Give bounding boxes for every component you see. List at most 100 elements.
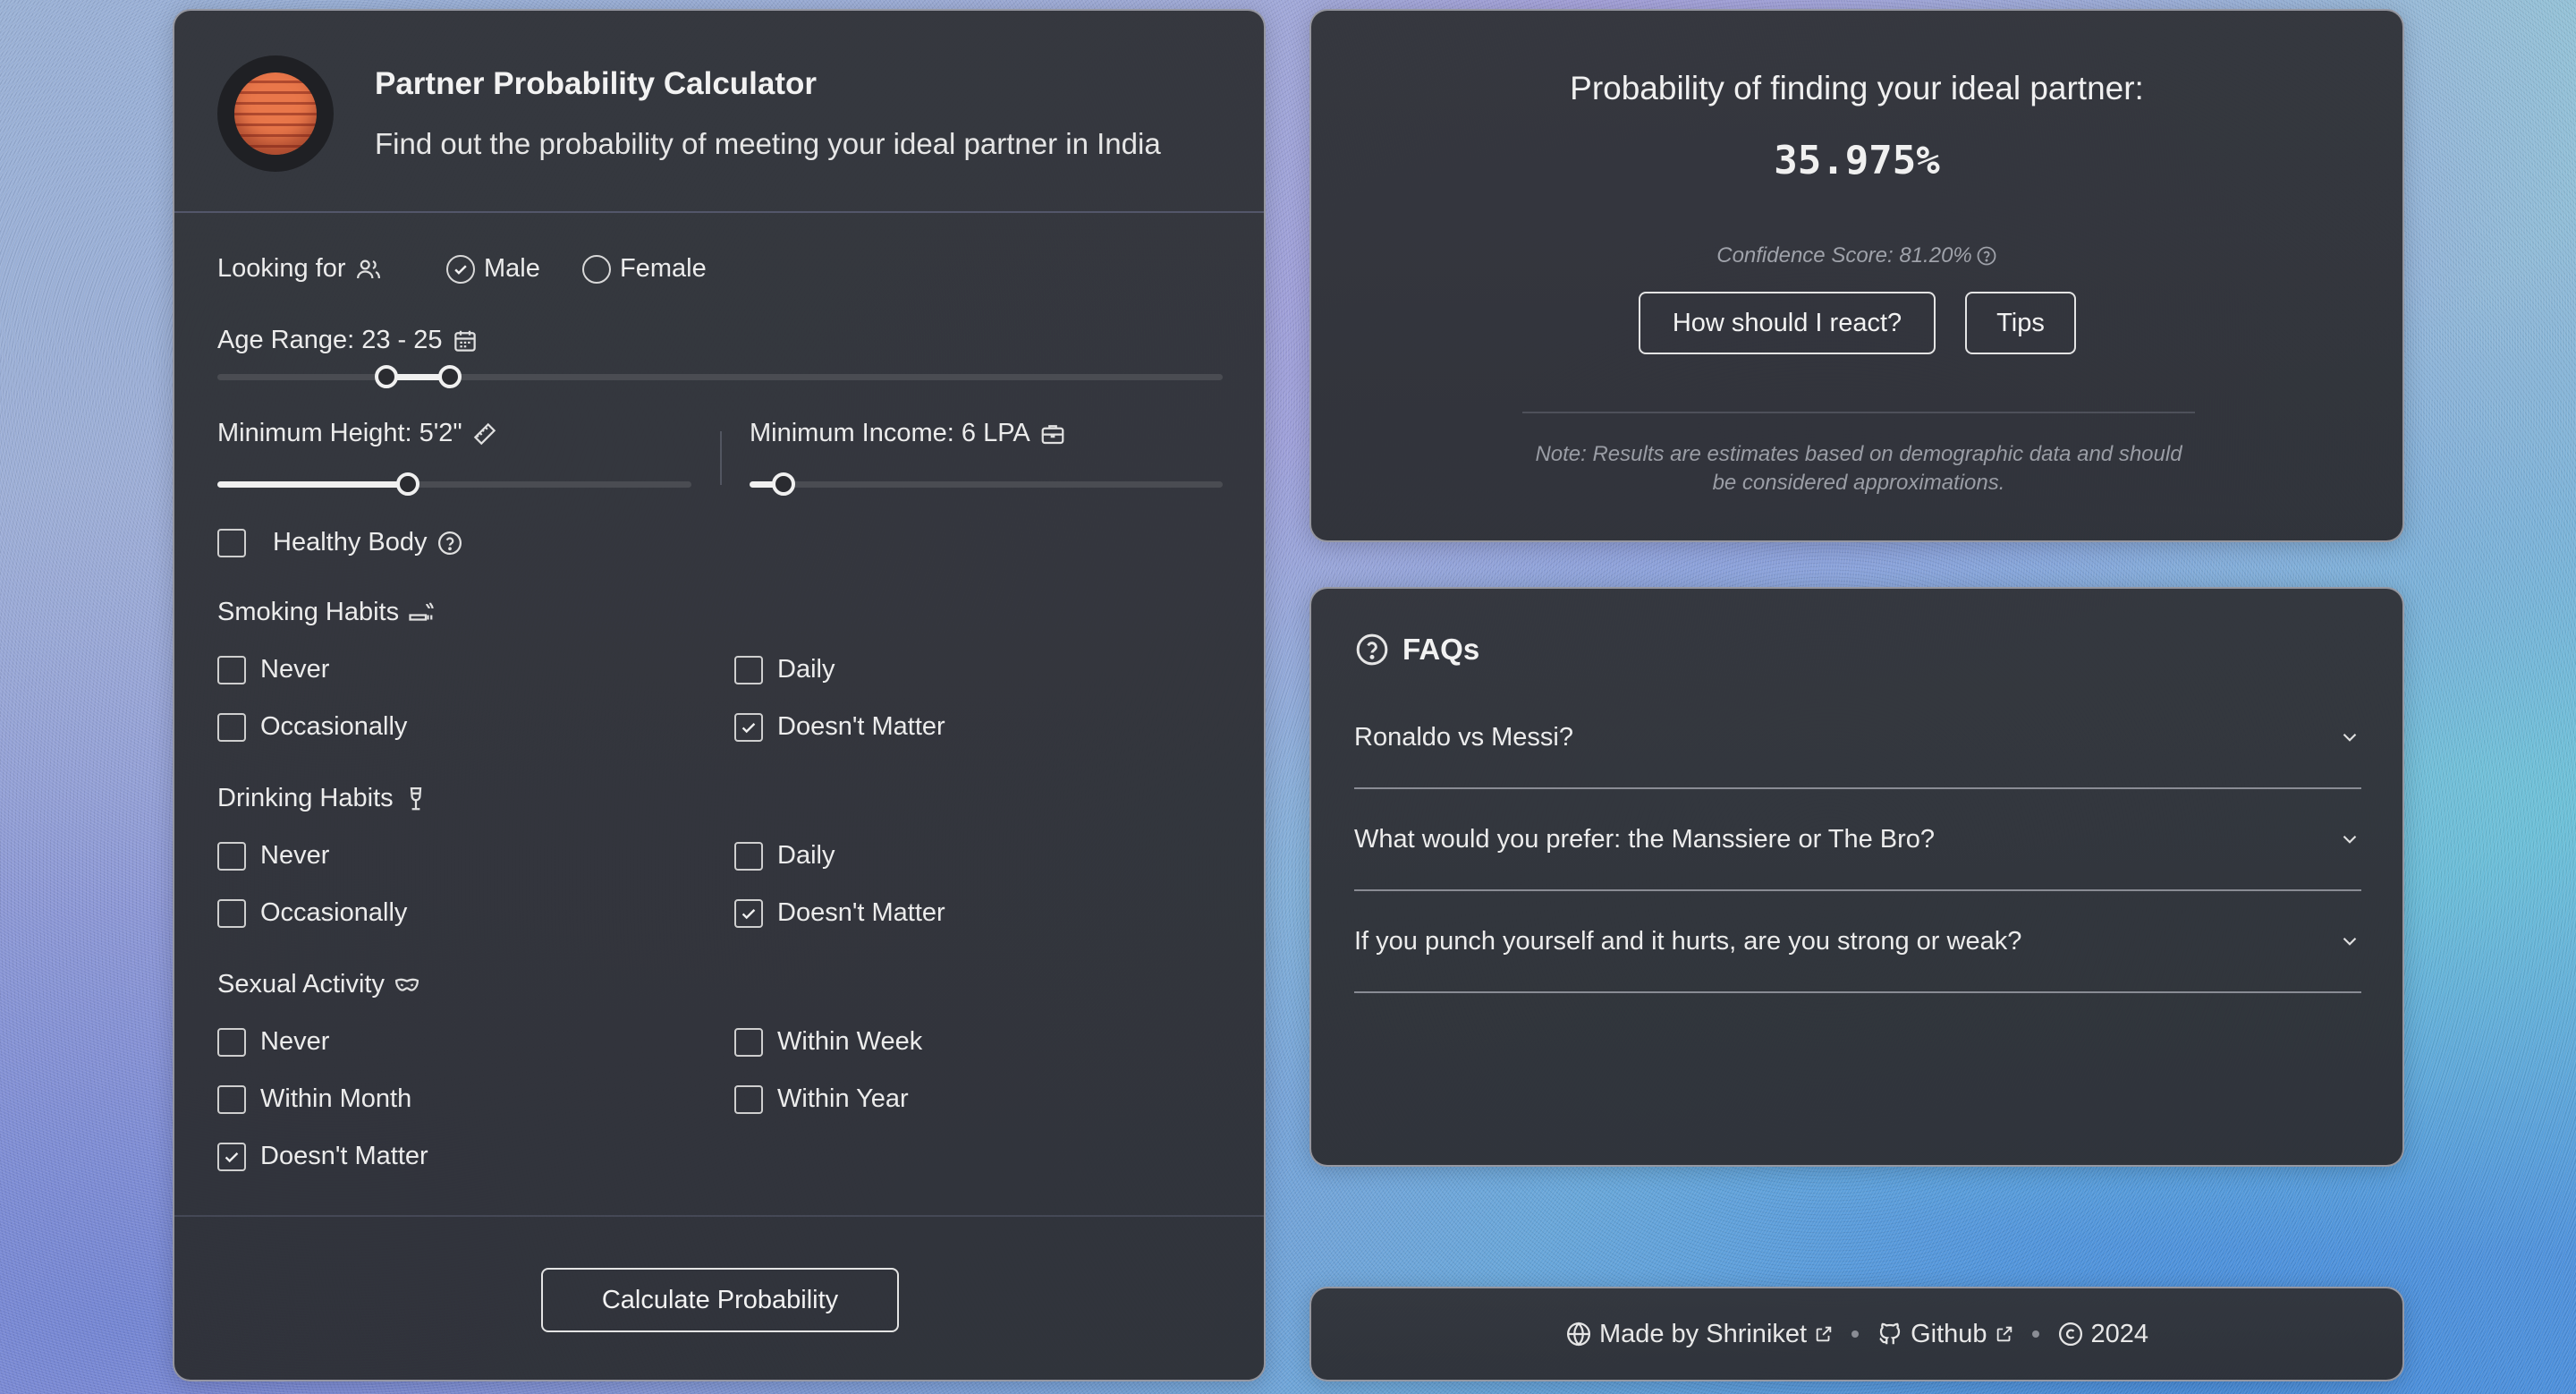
smoking-text: Smoking Habits bbox=[217, 598, 400, 626]
check-icon bbox=[741, 722, 756, 733]
globe-icon bbox=[1566, 1322, 1590, 1347]
faq-item[interactable]: What would you prefer: the Manssiere or … bbox=[1354, 789, 2361, 891]
divider bbox=[1522, 412, 2195, 413]
sexual-within-week[interactable]: Within Week bbox=[734, 1027, 922, 1057]
smoking-daily[interactable]: Daily bbox=[734, 655, 835, 684]
checkbox[interactable] bbox=[217, 898, 246, 928]
looking-for-text: Looking for bbox=[217, 254, 346, 283]
copyright: 2024 bbox=[2057, 1320, 2148, 1349]
drinking-daily[interactable]: Daily bbox=[734, 841, 835, 871]
made-by-link[interactable]: Made by Shriniket bbox=[1565, 1320, 1834, 1349]
radio-male-label: Male bbox=[484, 254, 540, 283]
faq-item[interactable]: If you punch yourself and it hurts, are … bbox=[1354, 891, 2361, 993]
checkbox-checked[interactable] bbox=[734, 898, 763, 928]
footer-card: Made by Shriniket Github 2024 bbox=[1309, 1287, 2404, 1381]
chevron-down-icon bbox=[2343, 733, 2357, 742]
calculator-header: Partner Probability Calculator Find out … bbox=[174, 11, 1264, 213]
option-label: Occasionally bbox=[260, 898, 408, 927]
age-range-label: Age Range: 23 - 25 bbox=[217, 326, 479, 355]
income-label: Minimum Income: 6 LPA bbox=[750, 419, 1066, 448]
tips-button[interactable]: Tips bbox=[1965, 292, 2076, 354]
smoking-never[interactable]: Never bbox=[217, 655, 329, 684]
help-circle-icon bbox=[1356, 633, 1388, 666]
check-icon bbox=[454, 264, 467, 275]
users-icon bbox=[356, 259, 380, 278]
checkbox[interactable] bbox=[217, 841, 246, 871]
option-label: Occasionally bbox=[260, 712, 408, 741]
income-slider-track[interactable] bbox=[750, 481, 1223, 488]
result-heading: Probability of finding your ideal partne… bbox=[1570, 70, 2144, 106]
checkbox-checked[interactable] bbox=[734, 712, 763, 742]
help-circle-icon[interactable] bbox=[1976, 245, 1997, 267]
faq-question: What would you prefer: the Manssiere or … bbox=[1354, 824, 1936, 854]
age-slider-track[interactable] bbox=[217, 374, 1223, 380]
option-label: Within Year bbox=[777, 1084, 909, 1113]
page-title: Partner Probability Calculator bbox=[375, 66, 818, 101]
age-max-thumb[interactable] bbox=[438, 365, 462, 388]
disclaimer-note: Note: Results are estimates based on dem… bbox=[1535, 442, 2182, 495]
checkbox[interactable] bbox=[217, 1084, 246, 1114]
drinking-text: Drinking Habits bbox=[217, 784, 394, 812]
age-min-thumb[interactable] bbox=[375, 365, 398, 388]
checkbox[interactable] bbox=[217, 712, 246, 742]
sexual-never[interactable]: Never bbox=[217, 1027, 329, 1057]
radio-female-circle[interactable] bbox=[582, 254, 611, 284]
drinking-label: Drinking Habits bbox=[217, 784, 429, 813]
income-slider-thumb[interactable] bbox=[772, 472, 795, 496]
checkbox[interactable] bbox=[734, 655, 763, 684]
faq-heading: FAQs bbox=[1354, 632, 1479, 667]
page-subtitle: Find out the probability of meeting your… bbox=[375, 127, 1161, 160]
probability-value: 35.975% bbox=[1774, 138, 1940, 183]
drinking-doesnt-matter[interactable]: Doesn't Matter bbox=[734, 898, 945, 928]
check-icon bbox=[741, 908, 756, 919]
option-label: Doesn't Matter bbox=[777, 712, 945, 741]
smoking-doesnt-matter[interactable]: Doesn't Matter bbox=[734, 712, 945, 742]
checkbox[interactable] bbox=[217, 655, 246, 684]
calculator-card: Partner Probability Calculator Find out … bbox=[173, 9, 1266, 1381]
radio-female[interactable]: Female bbox=[582, 254, 707, 284]
smoking-occasionally[interactable]: Occasionally bbox=[217, 712, 407, 742]
sexual-within-month[interactable]: Within Month bbox=[217, 1084, 411, 1114]
chevron-down-icon bbox=[2343, 835, 2357, 844]
confidence-score: Confidence Score: 81.20% bbox=[1311, 243, 2402, 268]
smoking-label: Smoking Habits bbox=[217, 598, 435, 627]
github-text: Github bbox=[1911, 1319, 1987, 1348]
healthy-body-box[interactable] bbox=[217, 528, 246, 557]
height-slider-thumb[interactable] bbox=[396, 472, 419, 496]
sexual-activity-text: Sexual Activity bbox=[217, 970, 385, 999]
faq-card: FAQs Ronaldo vs Messi? What would you pr… bbox=[1309, 587, 2404, 1167]
height-slider-fill bbox=[217, 481, 408, 488]
checkbox[interactable] bbox=[734, 1027, 763, 1057]
faq-item[interactable]: Ronaldo vs Messi? bbox=[1354, 687, 2361, 789]
made-by-text: Made by Shriniket bbox=[1598, 1319, 1808, 1348]
help-circle-icon[interactable] bbox=[436, 530, 463, 557]
drinking-occasionally[interactable]: Occasionally bbox=[217, 898, 407, 928]
age-range-text: Age Range: 23 - 25 bbox=[217, 326, 443, 354]
divider bbox=[174, 1215, 1264, 1217]
separator-dot bbox=[2031, 1330, 2039, 1338]
option-label: Never bbox=[260, 841, 330, 870]
radio-male[interactable]: Male bbox=[446, 254, 540, 284]
github-link[interactable]: Github bbox=[1877, 1320, 2013, 1349]
sunset-logo-icon bbox=[234, 72, 317, 155]
cigarette-icon bbox=[409, 602, 434, 621]
how-should-i-react-button[interactable]: How should I react? bbox=[1639, 292, 1936, 354]
checkbox[interactable] bbox=[734, 1084, 763, 1114]
option-label: Daily bbox=[777, 655, 835, 684]
github-icon bbox=[1879, 1322, 1901, 1345]
drinking-never[interactable]: Never bbox=[217, 841, 329, 871]
checkbox[interactable] bbox=[217, 1027, 246, 1057]
looking-for-label: Looking for bbox=[217, 254, 382, 284]
checkbox[interactable] bbox=[734, 841, 763, 871]
result-card: Probability of finding your ideal partne… bbox=[1309, 9, 2404, 542]
faq-question: Ronaldo vs Messi? bbox=[1354, 722, 1573, 752]
external-link-icon bbox=[1816, 1326, 1832, 1342]
sexual-within-year[interactable]: Within Year bbox=[734, 1084, 909, 1114]
healthy-body-checkbox[interactable]: Healthy Body bbox=[217, 528, 463, 557]
checkbox-checked[interactable] bbox=[217, 1142, 246, 1171]
sexual-doesnt-matter[interactable]: Doesn't Matter bbox=[217, 1142, 428, 1171]
calculate-button[interactable]: Calculate Probability bbox=[541, 1268, 899, 1332]
wine-glass-icon bbox=[410, 786, 421, 810]
check-icon bbox=[225, 1152, 239, 1162]
radio-male-circle[interactable] bbox=[446, 254, 475, 284]
